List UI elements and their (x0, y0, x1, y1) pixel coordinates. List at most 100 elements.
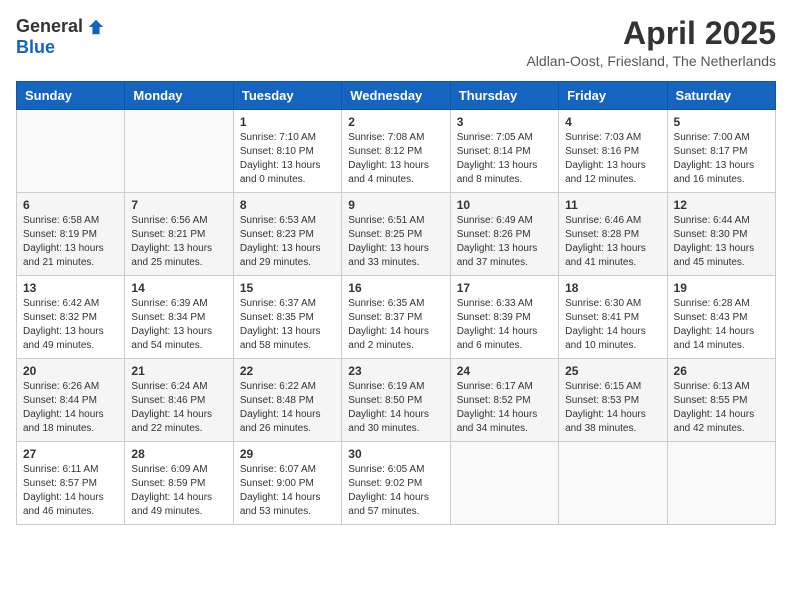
day-number: 6 (23, 198, 118, 212)
calendar-week-row: 6 Sunrise: 6:58 AM Sunset: 8:19 PM Daylig… (17, 193, 776, 276)
day-info: Sunrise: 7:10 AM Sunset: 8:10 PM Dayligh… (240, 131, 335, 187)
calendar-cell: 22 Sunrise: 6:22 AM Sunset: 8:48 PM Dayli… (233, 359, 341, 442)
calendar-week-row: 13Sunrise: 6:42 AM Sunset: 8:32 PM Dayli… (17, 276, 776, 359)
day-number: 11 (565, 198, 660, 212)
day-info: Sunrise: 6:09 AM Sunset: 8:59 PM Dayligh… (131, 463, 226, 519)
calendar-cell: 15 Sunrise: 6:37 AM Sunset: 8:35 PM Dayli… (233, 276, 341, 359)
day-number: 19 (674, 281, 769, 295)
day-number: 1 (240, 115, 335, 129)
day-info: Sunrise: 6:35 AM Sunset: 8:37 PM Dayligh… (348, 297, 443, 353)
calendar-week-row: 20 Sunrise: 6:26 AM Sunset: 8:44 PM Dayli… (17, 359, 776, 442)
day-info: Sunrise: 6:49 AM Sunset: 8:26 PM Dayligh… (457, 214, 552, 270)
weekday-header: Sunday (17, 82, 125, 110)
day-info: Sunrise: 6:33 AM Sunset: 8:39 PM Dayligh… (457, 297, 552, 353)
day-info: Sunrise: 6:22 AM Sunset: 8:48 PM Dayligh… (240, 380, 335, 436)
calendar-cell: 28 Sunrise: 6:09 AM Sunset: 8:59 PM Dayli… (125, 442, 233, 525)
day-info: Sunrise: 6:13 AM Sunset: 8:55 PM Dayligh… (674, 380, 769, 436)
day-info: Sunrise: 6:24 AM Sunset: 8:46 PM Dayligh… (131, 380, 226, 436)
weekday-header: Thursday (450, 82, 558, 110)
day-info: Sunrise: 6:46 AM Sunset: 8:28 PM Dayligh… (565, 214, 660, 270)
day-info: Sunrise: 7:08 AM Sunset: 8:12 PM Dayligh… (348, 131, 443, 187)
title-block: April 2025 Aldlan-Oost, Friesland, The N… (526, 16, 776, 69)
day-info: Sunrise: 6:07 AM Sunset: 9:00 PM Dayligh… (240, 463, 335, 519)
logo-blue-text: Blue (16, 37, 55, 58)
calendar-cell (125, 110, 233, 193)
day-info: Sunrise: 6:17 AM Sunset: 8:52 PM Dayligh… (457, 380, 552, 436)
day-number: 20 (23, 364, 118, 378)
day-number: 8 (240, 198, 335, 212)
day-number: 5 (674, 115, 769, 129)
calendar-cell (667, 442, 775, 525)
logo-icon (87, 18, 105, 36)
calendar-cell (17, 110, 125, 193)
day-number: 4 (565, 115, 660, 129)
month-title: April 2025 (526, 16, 776, 51)
calendar-cell: 2 Sunrise: 7:08 AM Sunset: 8:12 PM Daylig… (342, 110, 450, 193)
day-info: Sunrise: 7:03 AM Sunset: 8:16 PM Dayligh… (565, 131, 660, 187)
calendar-cell: 10 Sunrise: 6:49 AM Sunset: 8:26 PM Dayli… (450, 193, 558, 276)
calendar-cell: 18 Sunrise: 6:30 AM Sunset: 8:41 PM Dayli… (559, 276, 667, 359)
calendar-cell: 25 Sunrise: 6:15 AM Sunset: 8:53 PM Dayli… (559, 359, 667, 442)
day-number: 14 (131, 281, 226, 295)
calendar-cell: 27Sunrise: 6:11 AM Sunset: 8:57 PM Dayli… (17, 442, 125, 525)
calendar-table: SundayMondayTuesdayWednesdayThursdayFrid… (16, 81, 776, 525)
day-number: 12 (674, 198, 769, 212)
day-number: 3 (457, 115, 552, 129)
day-info: Sunrise: 6:05 AM Sunset: 9:02 PM Dayligh… (348, 463, 443, 519)
logo: General Blue (16, 16, 105, 58)
weekday-header: Monday (125, 82, 233, 110)
calendar-cell: 13Sunrise: 6:42 AM Sunset: 8:32 PM Dayli… (17, 276, 125, 359)
calendar-cell: 26Sunrise: 6:13 AM Sunset: 8:55 PM Dayli… (667, 359, 775, 442)
day-info: Sunrise: 6:51 AM Sunset: 8:25 PM Dayligh… (348, 214, 443, 270)
calendar-cell: 24 Sunrise: 6:17 AM Sunset: 8:52 PM Dayli… (450, 359, 558, 442)
day-number: 18 (565, 281, 660, 295)
day-info: Sunrise: 6:42 AM Sunset: 8:32 PM Dayligh… (23, 297, 118, 353)
calendar-cell: 21 Sunrise: 6:24 AM Sunset: 8:46 PM Dayli… (125, 359, 233, 442)
calendar-cell: 1 Sunrise: 7:10 AM Sunset: 8:10 PM Daylig… (233, 110, 341, 193)
weekday-header: Tuesday (233, 82, 341, 110)
weekday-header: Friday (559, 82, 667, 110)
calendar-cell: 30 Sunrise: 6:05 AM Sunset: 9:02 PM Dayli… (342, 442, 450, 525)
calendar-cell: 19 Sunrise: 6:28 AM Sunset: 8:43 PM Dayli… (667, 276, 775, 359)
day-number: 10 (457, 198, 552, 212)
calendar-week-row: 1 Sunrise: 7:10 AM Sunset: 8:10 PM Daylig… (17, 110, 776, 193)
day-info: Sunrise: 6:53 AM Sunset: 8:23 PM Dayligh… (240, 214, 335, 270)
day-number: 29 (240, 447, 335, 461)
calendar-cell: 29 Sunrise: 6:07 AM Sunset: 9:00 PM Dayli… (233, 442, 341, 525)
day-info: Sunrise: 6:15 AM Sunset: 8:53 PM Dayligh… (565, 380, 660, 436)
day-number: 17 (457, 281, 552, 295)
day-number: 30 (348, 447, 443, 461)
calendar-cell (559, 442, 667, 525)
calendar-cell: 5Sunrise: 7:00 AM Sunset: 8:17 PM Daylig… (667, 110, 775, 193)
day-number: 22 (240, 364, 335, 378)
day-number: 9 (348, 198, 443, 212)
calendar-cell: 6 Sunrise: 6:58 AM Sunset: 8:19 PM Daylig… (17, 193, 125, 276)
calendar-cell: 16Sunrise: 6:35 AM Sunset: 8:37 PM Dayli… (342, 276, 450, 359)
location-subtitle: Aldlan-Oost, Friesland, The Netherlands (526, 53, 776, 69)
calendar-cell: 3Sunrise: 7:05 AM Sunset: 8:14 PM Daylig… (450, 110, 558, 193)
day-info: Sunrise: 6:39 AM Sunset: 8:34 PM Dayligh… (131, 297, 226, 353)
calendar-cell: 20 Sunrise: 6:26 AM Sunset: 8:44 PM Dayli… (17, 359, 125, 442)
day-info: Sunrise: 6:26 AM Sunset: 8:44 PM Dayligh… (23, 380, 118, 436)
calendar-cell: 12 Sunrise: 6:44 AM Sunset: 8:30 PM Dayli… (667, 193, 775, 276)
weekday-header: Saturday (667, 82, 775, 110)
weekday-header: Wednesday (342, 82, 450, 110)
day-number: 27 (23, 447, 118, 461)
day-info: Sunrise: 6:44 AM Sunset: 8:30 PM Dayligh… (674, 214, 769, 270)
day-info: Sunrise: 6:58 AM Sunset: 8:19 PM Dayligh… (23, 214, 118, 270)
logo-general-text: General (16, 16, 83, 37)
calendar-cell: 9 Sunrise: 6:51 AM Sunset: 8:25 PM Daylig… (342, 193, 450, 276)
day-number: 24 (457, 364, 552, 378)
day-info: Sunrise: 6:30 AM Sunset: 8:41 PM Dayligh… (565, 297, 660, 353)
day-info: Sunrise: 6:28 AM Sunset: 8:43 PM Dayligh… (674, 297, 769, 353)
day-number: 15 (240, 281, 335, 295)
calendar-cell: 17 Sunrise: 6:33 AM Sunset: 8:39 PM Dayli… (450, 276, 558, 359)
calendar-cell: 23Sunrise: 6:19 AM Sunset: 8:50 PM Dayli… (342, 359, 450, 442)
day-number: 2 (348, 115, 443, 129)
day-number: 28 (131, 447, 226, 461)
calendar-cell: 11 Sunrise: 6:46 AM Sunset: 8:28 PM Dayli… (559, 193, 667, 276)
day-number: 21 (131, 364, 226, 378)
day-info: Sunrise: 6:37 AM Sunset: 8:35 PM Dayligh… (240, 297, 335, 353)
day-number: 25 (565, 364, 660, 378)
calendar-week-row: 27Sunrise: 6:11 AM Sunset: 8:57 PM Dayli… (17, 442, 776, 525)
